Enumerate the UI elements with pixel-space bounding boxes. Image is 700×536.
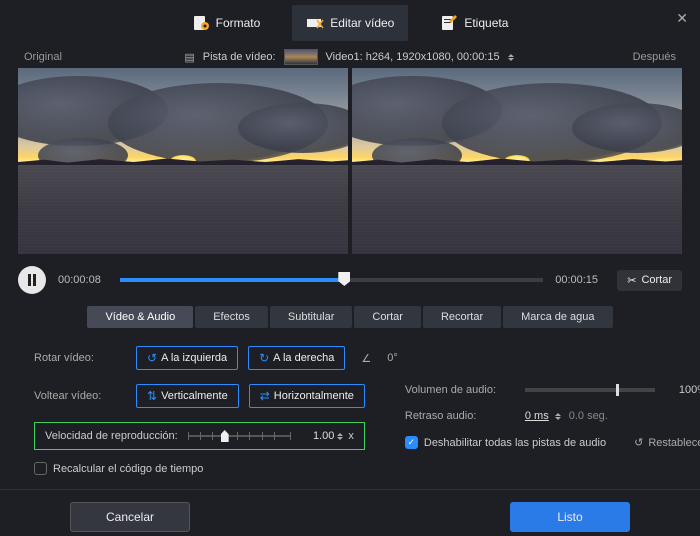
playback-speed-box: Velocidad de reproducción: x <box>34 422 365 450</box>
subtab-watermark[interactable]: Marca de agua <box>503 306 612 328</box>
flip-label: Voltear vídeo: <box>34 390 126 402</box>
disable-audio-label: Deshabilitar todas las pistas de audio <box>424 437 606 449</box>
rotate-label: Rotar vídeo: <box>34 352 126 364</box>
subtab-effects[interactable]: Efectos <box>195 306 268 328</box>
video-track-label: Pista de vídeo: <box>203 51 276 63</box>
original-label: Original <box>24 51 62 63</box>
tab-format-label: Formato <box>216 16 261 30</box>
timeline-track[interactable] <box>120 278 543 282</box>
done-button[interactable]: Listo <box>510 502 630 532</box>
cut-label: Cortar <box>641 274 672 286</box>
film-icon: ▤ <box>184 51 194 64</box>
preview-after <box>352 68 682 254</box>
video-info: Video1: h264, 1920x1080, 00:00:15 <box>326 51 500 63</box>
flip-h-icon: ⇄ <box>260 389 270 403</box>
subtab-crop[interactable]: Recortar <box>423 306 501 328</box>
speed-input[interactable] <box>300 430 334 442</box>
volume-slider[interactable] <box>525 388 655 392</box>
flip-horizontal-button[interactable]: ⇄Horizontalmente <box>249 384 365 408</box>
speed-label: Velocidad de reproducción: <box>45 430 178 442</box>
tab-edit-video[interactable]: Editar vídeo <box>292 5 408 41</box>
preview-original <box>18 68 348 254</box>
tab-format[interactable]: Formato <box>178 5 275 41</box>
rotate-left-button[interactable]: ↺A la izquierda <box>136 346 238 370</box>
rotate-right-icon: ↻ <box>259 351 269 365</box>
delay-seconds: 0.0 seg. <box>569 410 608 422</box>
subtab-video-audio[interactable]: Vídeo & Audio <box>87 306 193 328</box>
recalc-label: Recalcular el código de tiempo <box>53 463 203 475</box>
video-thumbnail <box>284 49 318 65</box>
speed-slider[interactable] <box>188 435 291 437</box>
disable-audio-checkbox[interactable]: ✓ <box>405 436 418 449</box>
delay-value[interactable]: 0 ms <box>525 410 549 422</box>
document-pencil-icon <box>440 15 458 31</box>
tab-tag-label: Etiqueta <box>464 16 508 30</box>
delay-label: Retraso audio: <box>405 410 515 422</box>
tab-edit-label: Editar vídeo <box>330 16 394 30</box>
after-label: Después <box>633 51 676 63</box>
volume-label: Volumen de audio: <box>405 384 515 396</box>
track-stepper[interactable] <box>508 54 516 61</box>
angle-icon: ∠ <box>361 352 371 365</box>
scissors-icon: ✂ <box>627 274 636 287</box>
recalc-timecode-checkbox[interactable] <box>34 462 47 475</box>
rotate-degree: 0° <box>387 352 398 364</box>
flip-vertical-button[interactable]: ⇅Verticalmente <box>136 384 239 408</box>
reset-icon: ↺ <box>634 436 643 449</box>
film-scissors-icon <box>306 15 324 31</box>
speed-stepper[interactable] <box>337 433 345 440</box>
rotate-left-icon: ↺ <box>147 351 157 365</box>
document-gear-icon <box>192 15 210 31</box>
subtab-subtitle[interactable]: Subtitular <box>270 306 352 328</box>
reset-label: Restablecer <box>648 437 700 449</box>
cancel-button[interactable]: Cancelar <box>70 502 190 532</box>
delay-stepper[interactable] <box>555 413 563 420</box>
time-current: 00:00:08 <box>58 274 108 286</box>
cut-button[interactable]: ✂ Cortar <box>617 270 682 291</box>
tab-tag[interactable]: Etiqueta <box>426 5 522 41</box>
subtab-cut[interactable]: Cortar <box>354 306 421 328</box>
time-total: 00:00:15 <box>555 274 605 286</box>
pause-button[interactable] <box>18 266 46 294</box>
reset-button[interactable]: ↺ Restablecer <box>634 436 700 449</box>
volume-value: 100% <box>679 384 700 396</box>
speed-unit: x <box>348 430 354 442</box>
rotate-right-button[interactable]: ↻A la derecha <box>248 346 345 370</box>
close-icon[interactable]: ✕ <box>676 10 688 27</box>
flip-v-icon: ⇅ <box>147 389 157 403</box>
